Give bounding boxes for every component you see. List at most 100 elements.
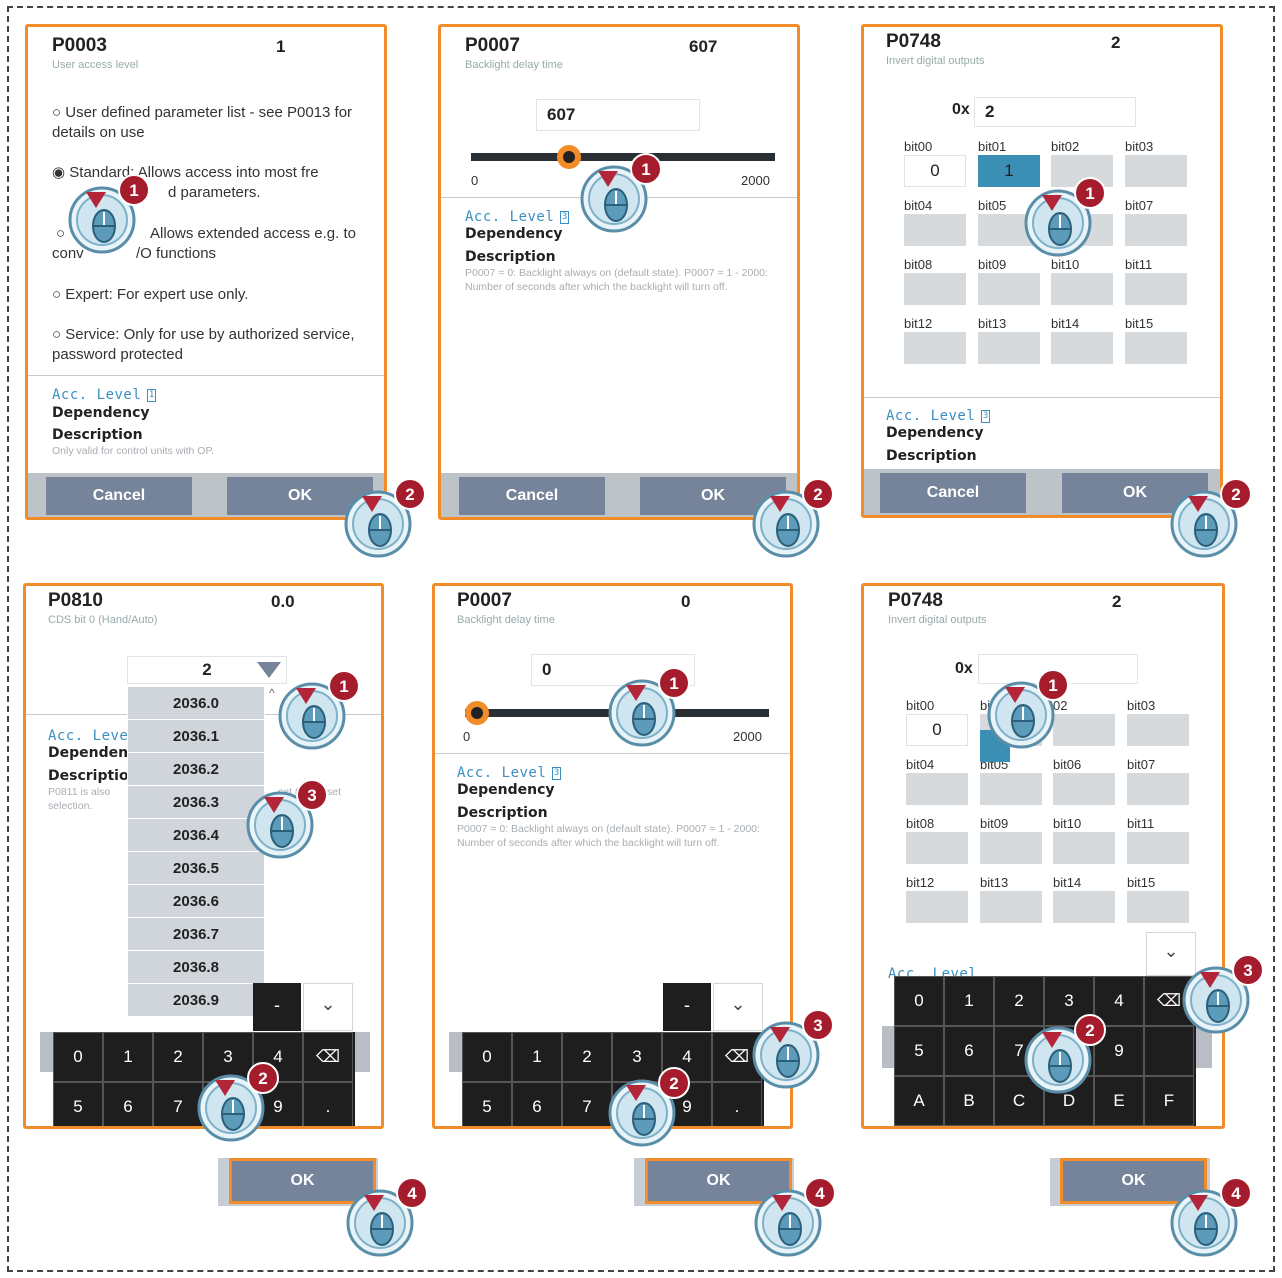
key[interactable]: 5	[462, 1082, 512, 1126]
bit-label: bit15	[1127, 875, 1156, 890]
list-item[interactable]: 2036.6	[128, 885, 264, 918]
bit-toggle[interactable]	[906, 832, 968, 864]
acc-level-label: Acc. Level	[465, 209, 555, 225]
key[interactable]: 6	[103, 1082, 153, 1126]
bit-toggle[interactable]	[904, 332, 966, 364]
bit-toggle[interactable]	[1127, 714, 1189, 746]
list-item[interactable]: 2036.8	[128, 951, 264, 984]
key[interactable]: .	[303, 1082, 353, 1126]
bit-toggle[interactable]	[980, 891, 1042, 923]
bit-toggle[interactable]	[1051, 332, 1113, 364]
bit-toggle[interactable]	[906, 773, 968, 805]
bit-toggle[interactable]	[904, 273, 966, 305]
list-item[interactable]: 2036.9	[128, 984, 264, 1017]
key[interactable]: A	[894, 1076, 944, 1126]
bit-label: bit14	[1051, 316, 1080, 331]
bit-toggle[interactable]	[1127, 773, 1189, 805]
key[interactable]: 1	[512, 1032, 562, 1082]
acc-level: Acc. Level	[48, 728, 138, 744]
param-value: 0.0	[271, 592, 295, 611]
key[interactable]: 6	[512, 1082, 562, 1126]
step-number: 3	[307, 786, 316, 805]
bit-toggle[interactable]	[1127, 891, 1189, 923]
bit-toggle[interactable]	[1053, 891, 1115, 923]
dependency-label: Dependency	[52, 405, 150, 421]
value-input[interactable]: 607	[536, 99, 700, 131]
step-number: 2	[405, 485, 414, 504]
key[interactable]: B	[944, 1076, 994, 1126]
bit-toggle[interactable]: 0	[904, 155, 966, 187]
option-extended[interactable]: ○	[56, 224, 65, 244]
key[interactable]: 5	[894, 1026, 944, 1076]
touch-cursor-icon: 2	[750, 476, 834, 558]
dependency-label: Dependenc	[48, 745, 137, 761]
bit-toggle[interactable]: 0	[906, 714, 968, 746]
acc-level-label: Acc. Level	[457, 765, 547, 781]
collapse-keyboard-button[interactable]: ⌄	[303, 983, 353, 1031]
bit-toggle[interactable]	[1125, 214, 1187, 246]
bit-toggle[interactable]	[980, 832, 1042, 864]
key[interactable]: 1	[944, 976, 994, 1026]
minus-key[interactable]: -	[663, 983, 711, 1031]
touch-cursor-icon: 4	[344, 1175, 428, 1257]
acc-level-value: 3	[552, 766, 562, 780]
step-number: 1	[1048, 676, 1057, 695]
bit-toggle[interactable]	[1125, 332, 1187, 364]
param-subtitle: CDS bit 0 (Hand/Auto)	[48, 614, 158, 626]
step-number: 4	[407, 1184, 417, 1203]
bit-toggle[interactable]	[1125, 155, 1187, 187]
option-user-defined[interactable]: ○ User defined parameter list - see P001…	[52, 103, 384, 143]
hex-input[interactable]: 2	[974, 97, 1136, 127]
key[interactable]: 6	[944, 1026, 994, 1076]
bit-toggle[interactable]	[1053, 832, 1115, 864]
key[interactable]: 5	[53, 1082, 103, 1126]
param-value: 1	[276, 37, 286, 56]
scroll-up-icon[interactable]: ^	[269, 686, 275, 700]
bit-label: bit11	[1127, 816, 1155, 831]
step-number: 1	[129, 181, 138, 200]
bit-toggle[interactable]	[1125, 273, 1187, 305]
panel-p0748-a: P0748 2 Invert digital outputs 0x 2 bit0…	[861, 24, 1223, 518]
bit-label: bit04	[906, 757, 935, 772]
key[interactable]: 0	[53, 1032, 103, 1082]
cancel-button[interactable]: Cancel	[46, 477, 192, 515]
bit-label: bit03	[1125, 139, 1154, 154]
bit-label: bit03	[1127, 698, 1156, 713]
key[interactable]: 7	[562, 1082, 612, 1126]
param-number: P0810	[48, 590, 103, 611]
bit-toggle[interactable]	[1127, 832, 1189, 864]
param-subtitle: Invert digital outputs	[886, 55, 985, 67]
bit-toggle[interactable]	[1051, 273, 1113, 305]
list-item[interactable]: 2036.0	[128, 687, 264, 720]
description-text-a: P0811 is also	[48, 786, 111, 798]
param-number: P0007	[465, 35, 520, 56]
param-value: 2	[1111, 33, 1121, 52]
touch-cursor-icon: 1	[66, 172, 150, 254]
bit-toggle[interactable]	[980, 773, 1042, 805]
bit-label: bit15	[1125, 316, 1154, 331]
slider-knob[interactable]	[465, 701, 489, 725]
step-number: 4	[815, 1184, 825, 1203]
bit-label: bit06	[1053, 757, 1082, 772]
list-item[interactable]: 2036.1	[128, 720, 264, 753]
option-service[interactable]: ○ Service: Only for use by authorized se…	[52, 325, 384, 365]
acc-level: Acc. Level 3	[457, 765, 562, 781]
key[interactable]: ⌫	[303, 1032, 353, 1082]
key[interactable]: F	[1144, 1076, 1194, 1126]
key[interactable]: 2	[562, 1032, 612, 1082]
option-expert[interactable]: ○ Expert: For expert use only.	[52, 285, 248, 305]
cancel-button[interactable]: Cancel	[880, 473, 1026, 513]
list-item[interactable]: 2036.7	[128, 918, 264, 951]
bit-toggle[interactable]	[978, 273, 1040, 305]
step-number: 1	[669, 674, 678, 693]
cancel-button[interactable]: Cancel	[459, 477, 605, 515]
bit-toggle[interactable]	[904, 214, 966, 246]
key[interactable]: 1	[103, 1032, 153, 1082]
bit-toggle[interactable]	[978, 332, 1040, 364]
minus-key[interactable]: -	[253, 983, 301, 1031]
bit-toggle[interactable]	[906, 891, 968, 923]
bit-label: bit09	[980, 816, 1009, 831]
key[interactable]: 0	[462, 1032, 512, 1082]
key[interactable]: 0	[894, 976, 944, 1026]
bit-toggle[interactable]	[1053, 773, 1115, 805]
